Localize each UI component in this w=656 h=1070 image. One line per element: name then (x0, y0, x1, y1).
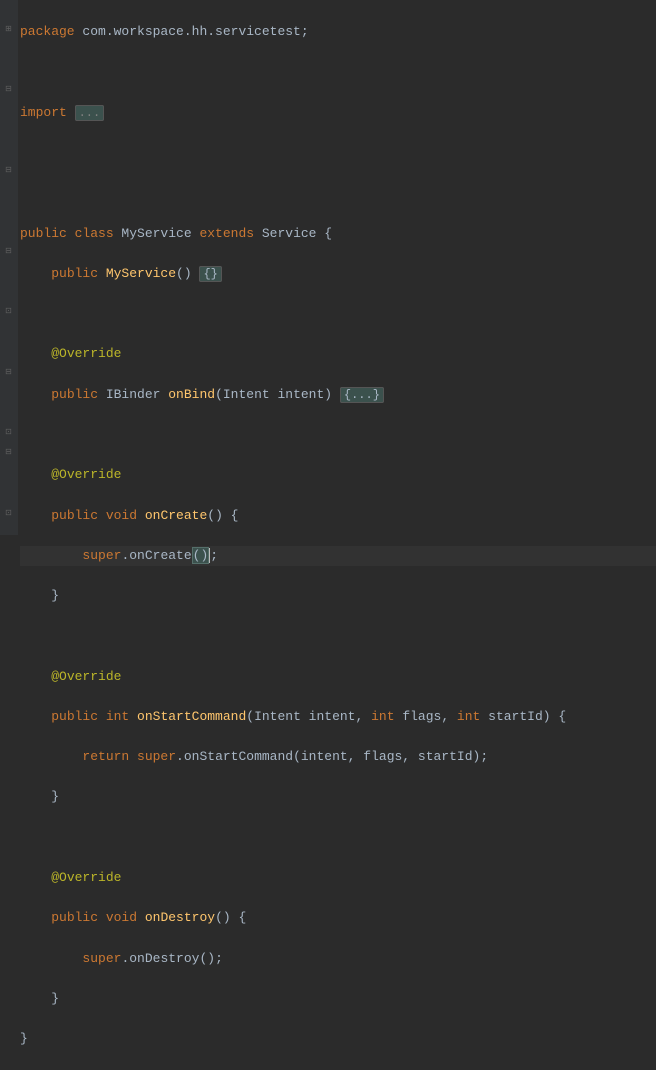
keyword-public: public (51, 266, 106, 281)
code-line: @Override (20, 465, 656, 485)
class-name: MyService (121, 226, 199, 241)
code-line: @Override (20, 868, 656, 888)
code-line: package com.workspace.hh.servicetest; (20, 22, 656, 42)
type-ibinder: IBinder (106, 387, 168, 402)
keyword-public: public (51, 910, 106, 925)
keyword-import: import (20, 105, 75, 120)
method-call-ondestroy: onDestroy (129, 951, 199, 966)
code-line: public class MyService extends Service { (20, 224, 656, 244)
gutter: ⊞ ⊟ ⊟ ⊟ ⊡ ⊟ ⊡ ⊟ ⊡ (0, 0, 18, 535)
code-area[interactable]: package com.workspace.hh.servicetest; im… (18, 0, 656, 535)
keyword-package: package (20, 24, 82, 39)
code-line (20, 626, 656, 646)
annotation-override: @Override (51, 669, 121, 684)
fold-icon[interactable]: ⊟ (4, 247, 13, 256)
code-line (20, 183, 656, 203)
code-line (20, 828, 656, 848)
code-line: import ... (20, 103, 656, 123)
fold-icon[interactable]: ⊞ (4, 25, 13, 34)
code-line: } (20, 989, 656, 1009)
method-onstartcommand: onStartCommand (137, 709, 246, 724)
fold-icon[interactable]: ⊟ (4, 85, 13, 94)
fold-icon[interactable]: ⊡ (4, 509, 13, 518)
code-line: } (20, 1029, 656, 1049)
method-onbind: onBind (168, 387, 215, 402)
code-line (20, 304, 656, 324)
keyword-void: void (106, 910, 145, 925)
annotation-override: @Override (51, 870, 121, 885)
code-line-current: super.onCreate(); (20, 546, 656, 566)
fold-icon[interactable]: ⊟ (4, 166, 13, 175)
keyword-public: public (51, 709, 106, 724)
keyword-super: super (137, 749, 176, 764)
code-line (20, 143, 656, 163)
fold-placeholder[interactable]: {} (199, 266, 221, 282)
fold-placeholder[interactable]: ... (75, 105, 105, 121)
fold-icon[interactable]: ⊡ (4, 307, 13, 316)
code-line: @Override (20, 344, 656, 364)
code-line (20, 62, 656, 82)
keyword-class: class (75, 226, 122, 241)
method-call-onstartcommand: onStartCommand (184, 749, 293, 764)
keyword-super: super (82, 548, 121, 563)
code-line: public MyService() {} (20, 264, 656, 284)
code-line: public void onCreate() { (20, 506, 656, 526)
code-line: } (20, 787, 656, 807)
keyword-public: public (51, 387, 106, 402)
keyword-void: void (106, 508, 145, 523)
fold-placeholder[interactable]: {...} (340, 387, 384, 403)
method-oncreate: onCreate (145, 508, 207, 523)
annotation-override: @Override (51, 346, 121, 361)
method-ondestroy: onDestroy (145, 910, 215, 925)
super-class: Service (262, 226, 324, 241)
keyword-return: return (82, 749, 137, 764)
fold-icon[interactable]: ⊟ (4, 368, 13, 377)
keyword-super: super (82, 951, 121, 966)
code-line: public IBinder onBind(Intent intent) {..… (20, 385, 656, 405)
code-line: return super.onStartCommand(intent, flag… (20, 747, 656, 767)
code-line: public int onStartCommand(Intent intent,… (20, 707, 656, 727)
annotation-override: @Override (51, 467, 121, 482)
paren-match: () (192, 547, 210, 564)
constructor-name: MyService (106, 266, 176, 281)
code-line: public void onDestroy() { (20, 908, 656, 928)
keyword-public: public (51, 508, 106, 523)
keyword-public: public (20, 226, 75, 241)
code-line (20, 425, 656, 445)
package-name: com.workspace.hh.servicetest (82, 24, 300, 39)
code-editor[interactable]: ⊞ ⊟ ⊟ ⊟ ⊡ ⊟ ⊡ ⊟ ⊡ package com.workspace.… (0, 0, 656, 535)
method-call-oncreate: onCreate (129, 548, 191, 563)
fold-icon[interactable]: ⊟ (4, 448, 13, 457)
code-line: super.onDestroy(); (20, 949, 656, 969)
keyword-int: int (106, 709, 137, 724)
fold-icon[interactable]: ⊡ (4, 428, 13, 437)
code-line: } (20, 586, 656, 606)
keyword-extends: extends (199, 226, 261, 241)
code-line: @Override (20, 667, 656, 687)
